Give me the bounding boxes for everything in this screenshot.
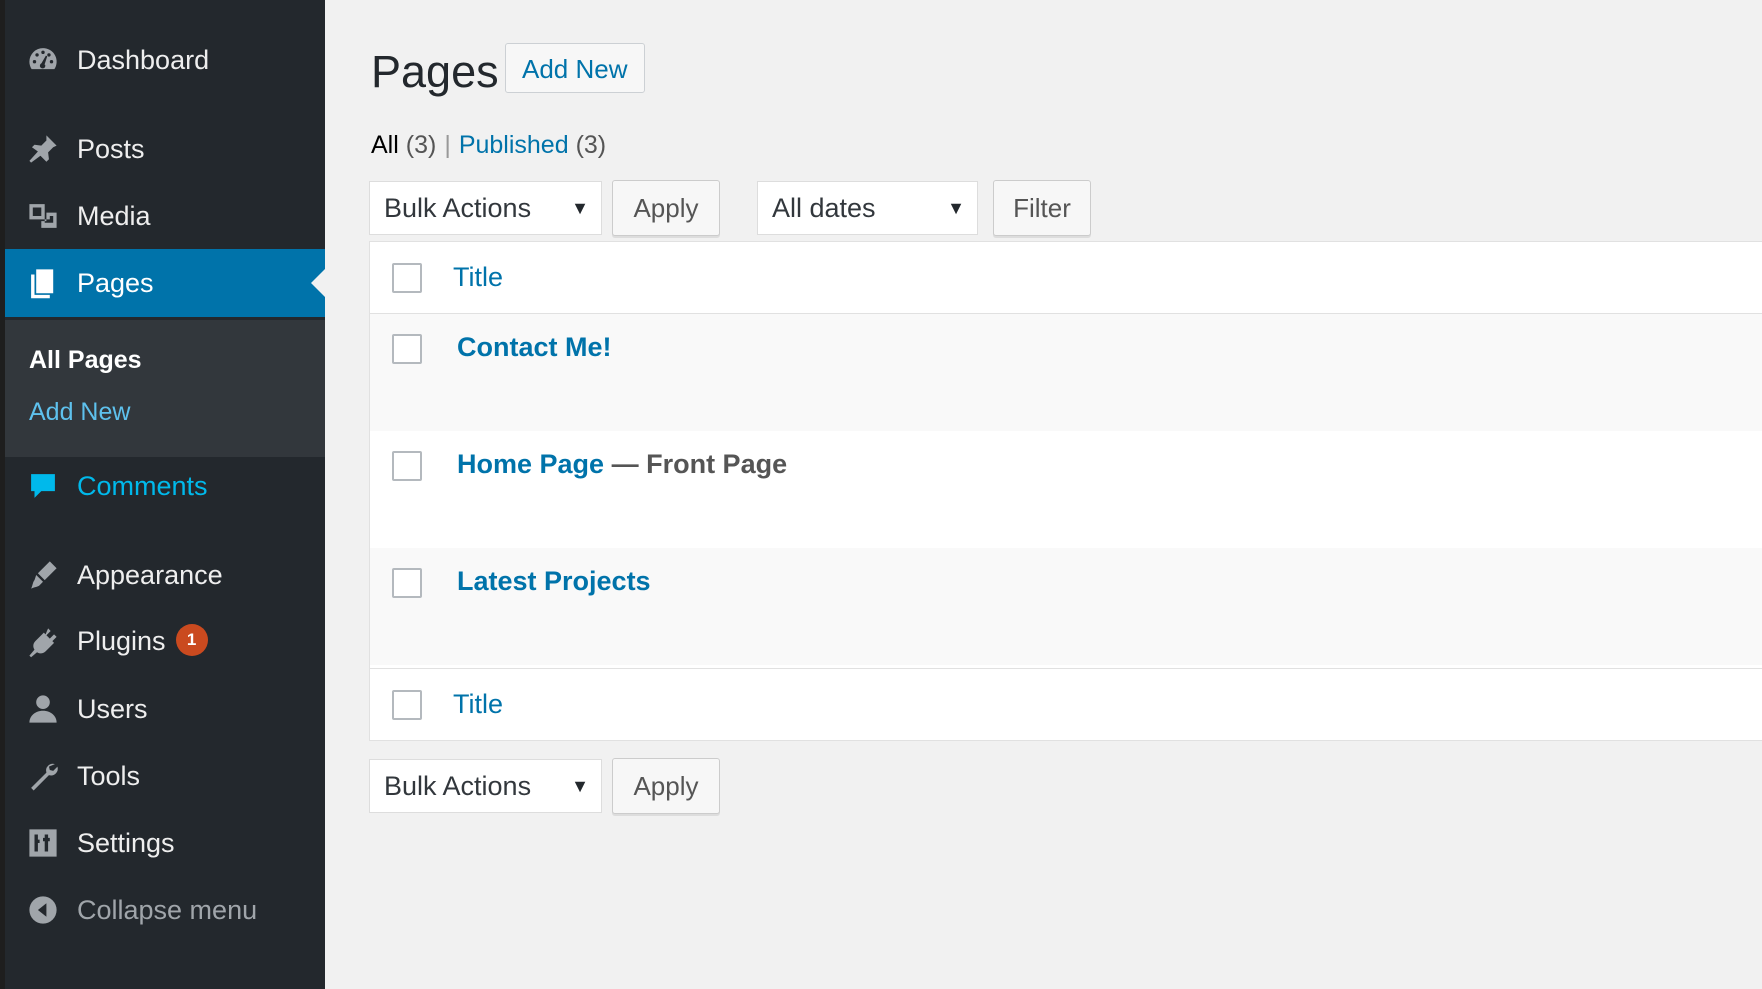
sidebar-item-label: Posts: [77, 133, 145, 164]
table-header-row: Title: [370, 242, 1762, 314]
select-all-checkbox[interactable]: [392, 263, 422, 293]
pages-icon: [25, 265, 61, 301]
wrench-icon: [25, 758, 61, 794]
sidebar-item-settings[interactable]: Settings: [5, 809, 325, 877]
sidebar-item-label: Media: [77, 200, 151, 231]
page-title: Pages: [371, 46, 499, 97]
page-state-label: — Front Page: [611, 449, 788, 479]
sidebar-item-media[interactable]: Media: [5, 182, 325, 250]
sidebar-item-label: Pages: [77, 267, 154, 298]
sidebar-item-pages[interactable]: Pages: [5, 249, 325, 317]
page-title-link[interactable]: Latest Projects: [457, 566, 651, 597]
apply-button-bottom[interactable]: Apply: [612, 758, 720, 814]
admin-sidebar: Dashboard Posts Media Pages All Pages Ad…: [0, 0, 325, 989]
submenu-item-all-pages[interactable]: All Pages: [29, 346, 142, 375]
media-icon: [25, 198, 61, 234]
sidebar-item-label: Tools: [77, 760, 141, 791]
title-column-header[interactable]: Title: [453, 262, 503, 293]
apply-button-top[interactable]: Apply: [612, 180, 720, 236]
dropdown-caret-icon: ▼: [571, 198, 589, 218]
sidebar-item-label: Plugins 1: [77, 624, 208, 659]
select-all-checkbox-footer[interactable]: [392, 690, 422, 720]
filter-published[interactable]: Published (3): [459, 131, 606, 159]
pushpin-icon: [25, 131, 61, 167]
dropdown-caret-icon: ▼: [571, 776, 589, 796]
sidebar-item-plugins[interactable]: Plugins 1: [5, 608, 325, 676]
sidebar-item-label: Collapse menu: [77, 894, 258, 925]
plugin-icon: [25, 624, 61, 660]
status-filter-links: All (3) | Published (3): [371, 131, 607, 159]
table-row: Latest Projects: [370, 548, 1762, 665]
sidebar-item-comments[interactable]: Comments: [5, 452, 325, 520]
comment-bubble-icon: [25, 468, 61, 504]
row-checkbox[interactable]: [392, 568, 422, 598]
sidebar-item-users[interactable]: Users: [5, 675, 325, 743]
add-new-page-button[interactable]: Add New: [505, 43, 645, 93]
dropdown-caret-icon: ▼: [947, 198, 965, 218]
page-title-link[interactable]: Home Page — Front Page: [457, 449, 787, 480]
sidebar-item-label: Users: [77, 693, 148, 724]
sidebar-item-tools[interactable]: Tools: [5, 742, 325, 810]
pages-submenu: All Pages Add New: [5, 320, 325, 457]
sidebar-item-label: Appearance: [77, 559, 223, 590]
submenu-item-add-new[interactable]: Add New: [29, 398, 130, 427]
table-row: Home Page — Front Page: [370, 431, 1762, 548]
collapse-menu-button[interactable]: Collapse menu: [5, 876, 325, 944]
settings-sliders-icon: [25, 825, 61, 861]
update-count-badge: 1: [175, 624, 208, 657]
filter-all[interactable]: All (3): [371, 131, 436, 159]
table-row: Contact Me!: [370, 314, 1762, 431]
row-checkbox[interactable]: [392, 334, 422, 364]
sidebar-item-posts[interactable]: Posts: [5, 115, 325, 183]
sidebar-item-label: Dashboard: [77, 44, 210, 75]
pages-table: Title Contact Me! Home Page — Front Page…: [369, 241, 1762, 741]
row-checkbox[interactable]: [392, 451, 422, 481]
sidebar-item-label: Comments: [77, 470, 208, 501]
bulk-actions-select-bottom[interactable]: Bulk Actions ▼: [369, 759, 602, 813]
sidebar-item-dashboard[interactable]: Dashboard: [5, 26, 325, 94]
sidebar-item-label: Settings: [77, 827, 175, 858]
sidebar-item-appearance[interactable]: Appearance: [5, 541, 325, 609]
page-title-link[interactable]: Contact Me!: [457, 332, 612, 363]
table-footer-row: Title: [370, 668, 1762, 740]
bulk-actions-select-top[interactable]: Bulk Actions ▼: [369, 181, 602, 235]
user-icon: [25, 691, 61, 727]
paintbrush-icon: [25, 557, 61, 593]
collapse-arrow-icon: [25, 892, 61, 928]
filter-button[interactable]: Filter: [993, 180, 1091, 236]
title-column-footer[interactable]: Title: [453, 689, 503, 720]
date-filter-select[interactable]: All dates ▼: [757, 181, 978, 235]
dashboard-icon: [25, 42, 61, 78]
